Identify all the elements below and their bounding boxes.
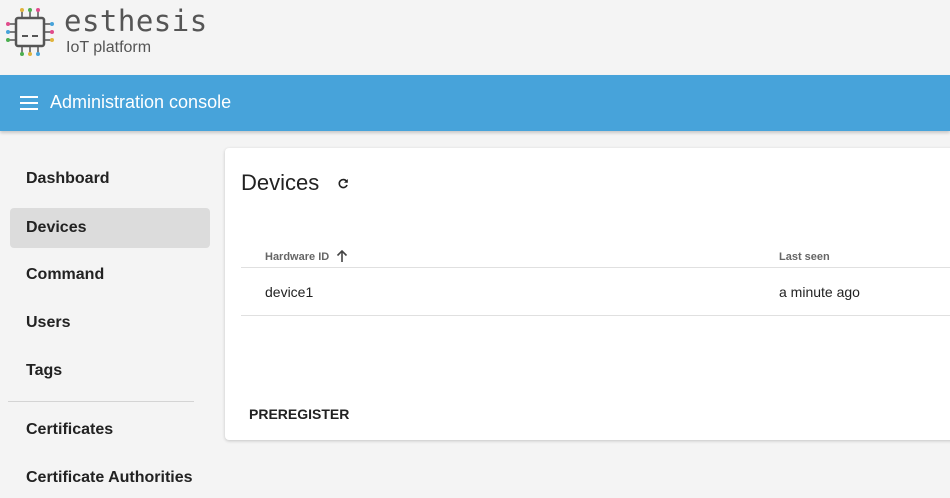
sidebar-item-dashboard[interactable]: Dashboard: [10, 159, 210, 199]
sidebar-item-label: Command: [26, 266, 105, 283]
cell-hardware-id: device1: [265, 284, 314, 300]
column-header-last-seen[interactable]: Last seen: [779, 251, 830, 263]
cell-last-seen: a minute ago: [779, 284, 860, 300]
brand-name: esthesis: [64, 4, 208, 38]
top-app-bar: Administration console: [0, 75, 950, 131]
column-header-hardware-id[interactable]: Hardware ID: [265, 251, 329, 263]
preregister-button[interactable]: PREREGISTER: [241, 398, 357, 430]
sidebar-item-devices[interactable]: Devices: [10, 208, 210, 248]
brand-subtitle: IoT platform: [66, 39, 152, 56]
table-row-divider: [241, 315, 950, 316]
sidebar-divider: [8, 401, 194, 402]
sidebar-item-label: Tags: [26, 362, 63, 379]
brand-header: esthesis IoT platform: [0, 0, 950, 75]
app-bar-title: Administration console: [50, 92, 232, 112]
refresh-icon[interactable]: [337, 178, 349, 190]
chip-logo-icon: [6, 8, 54, 56]
sidebar-item-certificate-authorities[interactable]: Certificate Authorities: [10, 458, 210, 498]
sidebar-item-label: Certificate Authorities: [26, 469, 193, 486]
hamburger-menu-icon[interactable]: [20, 96, 40, 110]
sidebar-item-certificates[interactable]: Certificates: [10, 410, 210, 450]
sort-ascending-icon[interactable]: [336, 249, 348, 263]
sidebar-nav: Dashboard Devices Command Users Tags Cer…: [0, 131, 218, 492]
sidebar-item-tags[interactable]: Tags: [10, 351, 210, 391]
sidebar-item-users[interactable]: Users: [10, 303, 210, 343]
page-title: Devices: [241, 170, 320, 195]
devices-card: Devices Hardware ID Last seen device1 a …: [225, 148, 950, 440]
sidebar-item-label: Users: [26, 314, 71, 331]
sidebar-item-command[interactable]: Command: [10, 255, 210, 295]
sidebar-item-label: Certificates: [26, 421, 114, 438]
sidebar-item-label: Devices: [26, 219, 87, 236]
sidebar-item-label: Dashboard: [26, 170, 110, 187]
